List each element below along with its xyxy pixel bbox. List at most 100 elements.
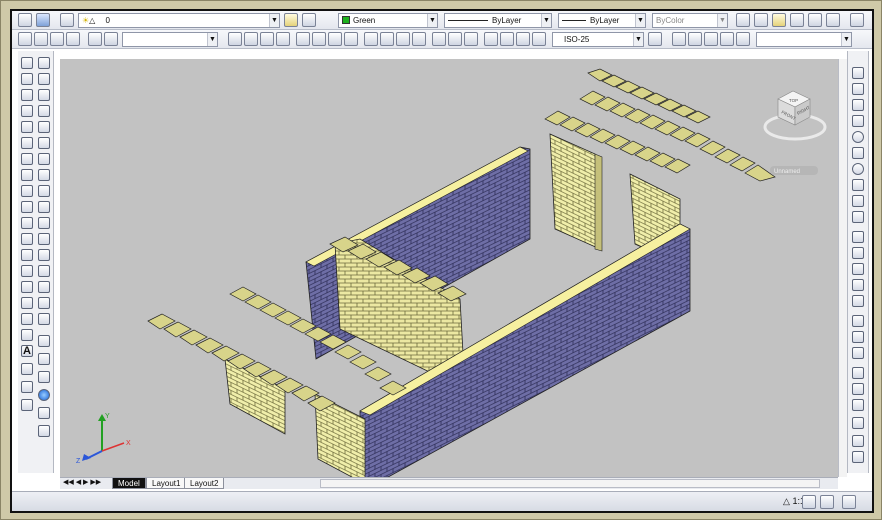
- orbit-icon[interactable]: [50, 32, 64, 46]
- annotation-visibility-icon[interactable]: [802, 495, 816, 509]
- render-icon[interactable]: [38, 425, 50, 437]
- mirror-icon[interactable]: [38, 89, 50, 101]
- break-icon[interactable]: [38, 249, 50, 261]
- layer-dropdown[interactable]: ☀△ 0 ▼: [78, 13, 280, 28]
- move-icon[interactable]: [38, 137, 50, 149]
- break-at-point-icon[interactable]: [38, 233, 50, 245]
- spline-icon[interactable]: [21, 185, 33, 197]
- color-dropdown[interactable]: Green ▼: [338, 13, 438, 28]
- erase-icon[interactable]: [38, 57, 50, 69]
- torus-icon[interactable]: [852, 163, 864, 175]
- ordinate-dimension-icon[interactable]: [276, 32, 290, 46]
- linetype-dropdown[interactable]: ByLayer ▼: [444, 13, 552, 28]
- copy-icon[interactable]: [38, 73, 50, 85]
- dimension-style-icon[interactable]: [532, 32, 546, 46]
- cylinder-icon[interactable]: [852, 147, 864, 159]
- jogged-dimension-icon[interactable]: [312, 32, 326, 46]
- viewcube[interactable]: TOP FRONT RIGHT: [763, 90, 827, 141]
- extrude-icon[interactable]: [852, 231, 864, 243]
- layer-properties-icon[interactable]: [36, 13, 50, 27]
- aligned-dimension-icon[interactable]: [244, 32, 258, 46]
- point-icon[interactable]: [21, 265, 33, 277]
- visual-style-dropdown[interactable]: ▼: [756, 32, 852, 47]
- table-icon[interactable]: [21, 329, 33, 341]
- layer-manager-icon[interactable]: [60, 13, 74, 27]
- dimension-edit-icon[interactable]: [484, 32, 498, 46]
- line-icon[interactable]: [21, 57, 33, 69]
- subtract-icon[interactable]: [852, 331, 864, 343]
- sphere-icon[interactable]: [852, 131, 864, 143]
- diameter-dimension-icon[interactable]: [328, 32, 342, 46]
- tab-navigation-arrows-icon[interactable]: ◀◀ ◀ ▶ ▶▶: [63, 478, 101, 486]
- camera-icon[interactable]: [66, 32, 80, 46]
- polyline-icon[interactable]: [21, 89, 33, 101]
- tool-palettes-icon[interactable]: [772, 13, 786, 27]
- radius-dimension-icon[interactable]: [296, 32, 310, 46]
- free-orbit-icon[interactable]: [688, 32, 702, 46]
- center-mark-icon[interactable]: [448, 32, 462, 46]
- box-icon[interactable]: [852, 83, 864, 95]
- tab-layout2[interactable]: Layout2: [184, 478, 225, 489]
- loft-icon[interactable]: [852, 295, 864, 307]
- 3d-zoom-icon[interactable]: [736, 32, 750, 46]
- 3d-move-icon[interactable]: [852, 367, 864, 379]
- join-icon[interactable]: [38, 265, 50, 277]
- pan-icon[interactable]: [21, 363, 33, 375]
- 3d-array-icon[interactable]: [852, 417, 864, 429]
- orbit-icon[interactable]: [21, 381, 33, 393]
- chevron-down-icon[interactable]: ▼: [717, 14, 727, 27]
- construction-line-icon[interactable]: [21, 73, 33, 85]
- boolean-intersect-icon[interactable]: [38, 371, 50, 383]
- sheet-set-icon[interactable]: [826, 13, 840, 27]
- tab-model[interactable]: Model: [112, 478, 146, 489]
- pyramid-icon[interactable]: [852, 179, 864, 191]
- chevron-down-icon[interactable]: ▼: [269, 14, 279, 27]
- polysolid-icon[interactable]: [852, 67, 864, 79]
- boolean-subtract-icon[interactable]: [38, 353, 50, 365]
- lineweight-dropdown[interactable]: ByLayer ▼: [558, 13, 646, 28]
- multiline-text-icon[interactable]: A: [21, 345, 33, 357]
- revision-cloud-icon[interactable]: [21, 169, 33, 181]
- region-icon[interactable]: [21, 313, 33, 325]
- sweep-icon[interactable]: [852, 263, 864, 275]
- chamfer-icon[interactable]: [38, 281, 50, 293]
- quickcalc-icon[interactable]: [808, 13, 822, 27]
- vertical-scrollbar[interactable]: [838, 59, 847, 477]
- cone-icon[interactable]: [852, 115, 864, 127]
- circle-icon[interactable]: [21, 153, 33, 165]
- continue-dimension-icon[interactable]: [396, 32, 410, 46]
- chevron-down-icon[interactable]: ▼: [427, 14, 437, 27]
- section-plane-icon[interactable]: [852, 451, 864, 463]
- design-center-icon[interactable]: [754, 13, 768, 27]
- plotstyle-dropdown[interactable]: ByColor ▼: [652, 13, 728, 28]
- zoom-window-icon[interactable]: [88, 32, 102, 46]
- clean-screen-icon[interactable]: [842, 495, 856, 509]
- render-icon[interactable]: [18, 32, 32, 46]
- chevron-down-icon[interactable]: ▼: [633, 33, 643, 46]
- linear-dimension-icon[interactable]: [228, 32, 242, 46]
- layer-previous-icon[interactable]: [302, 13, 316, 27]
- intersect-icon[interactable]: [852, 347, 864, 359]
- workspace-icon[interactable]: [18, 13, 32, 27]
- horizontal-scrollbar[interactable]: [320, 479, 820, 488]
- workspace-switch-icon[interactable]: [820, 495, 834, 509]
- arc-icon[interactable]: [21, 137, 33, 149]
- union-icon[interactable]: [852, 315, 864, 327]
- fillet-icon[interactable]: [38, 297, 50, 309]
- insert-block-icon[interactable]: [21, 233, 33, 245]
- chevron-down-icon[interactable]: ▼: [841, 33, 851, 46]
- polygon-icon[interactable]: [21, 105, 33, 117]
- arc-length-icon[interactable]: [260, 32, 274, 46]
- ellipse-arc-icon[interactable]: [21, 217, 33, 229]
- markup-icon[interactable]: [790, 13, 804, 27]
- 3d-orbit-icon[interactable]: [672, 32, 686, 46]
- dimension-space-icon[interactable]: [412, 32, 426, 46]
- explode-icon[interactable]: [38, 313, 50, 325]
- offset-icon[interactable]: [38, 105, 50, 117]
- 3d-align-icon[interactable]: [852, 399, 864, 411]
- shade-icon[interactable]: [34, 32, 48, 46]
- ellipse-icon[interactable]: [21, 201, 33, 213]
- angular-dimension-icon[interactable]: [344, 32, 358, 46]
- array-icon[interactable]: [38, 121, 50, 133]
- light-icon[interactable]: [38, 407, 50, 419]
